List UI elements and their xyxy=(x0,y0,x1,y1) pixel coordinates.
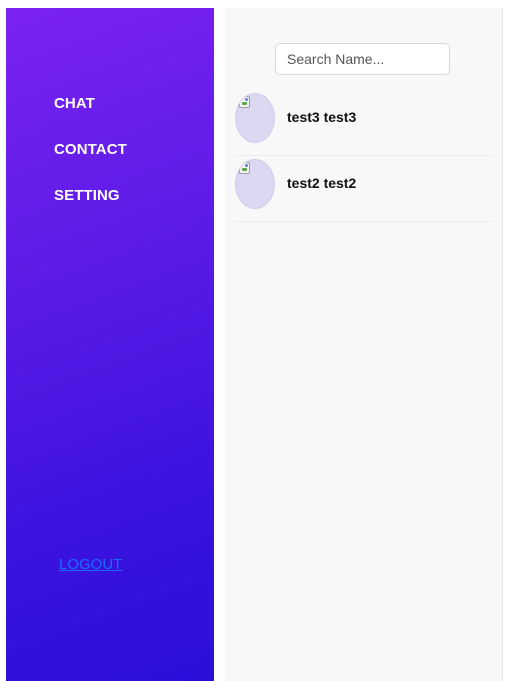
sidebar-nav: CHAT CONTACT SETTING xyxy=(54,94,127,232)
logout-link[interactable]: LOGOUT xyxy=(59,556,122,573)
nav-item-chat[interactable]: CHAT xyxy=(54,94,127,140)
sidebar: CHAT CONTACT SETTING LOGOUT xyxy=(6,8,214,681)
contact-panel: test3 test3 test2 test2 xyxy=(225,8,503,681)
contact-item[interactable]: test2 test2 xyxy=(233,156,493,222)
broken-image-icon xyxy=(239,96,250,108)
avatar xyxy=(235,159,275,209)
contact-list: test3 test3 test2 test2 xyxy=(233,90,493,222)
broken-image-icon xyxy=(239,162,250,174)
nav-item-setting[interactable]: SETTING xyxy=(54,186,127,232)
app-root: CHAT CONTACT SETTING LOGOUT test3 test3 … xyxy=(0,0,509,681)
avatar xyxy=(235,93,275,143)
contact-name: test2 test2 xyxy=(287,175,357,191)
search-input[interactable] xyxy=(275,43,450,75)
contact-item[interactable]: test3 test3 xyxy=(233,90,493,156)
nav-item-contact[interactable]: CONTACT xyxy=(54,140,127,186)
contact-name: test3 test3 xyxy=(287,109,357,125)
